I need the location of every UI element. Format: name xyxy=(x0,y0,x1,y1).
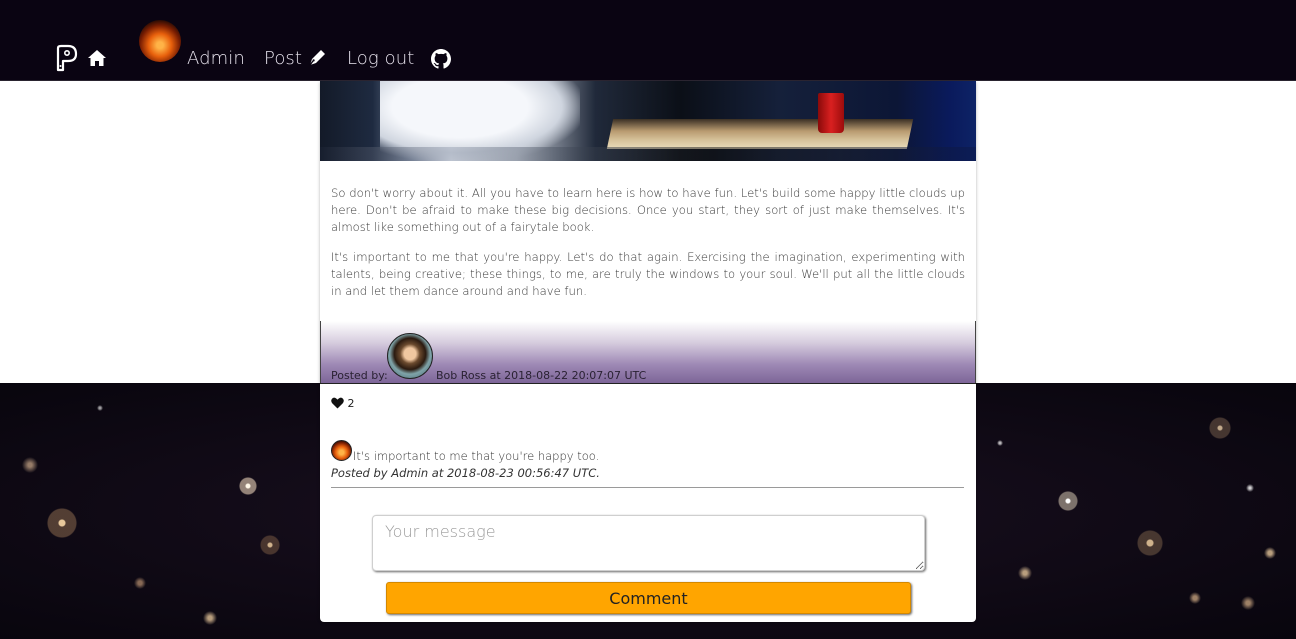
pen-icon xyxy=(308,48,326,69)
navbar: Admin Post Log out xyxy=(0,0,1296,81)
comment-meta: Posted by Admin at 2018-08-23 00:56:47 U… xyxy=(331,466,600,480)
message-input[interactable] xyxy=(372,515,925,571)
post-body: So don't worry about it. All you have to… xyxy=(331,185,965,313)
admin-link[interactable]: Admin xyxy=(187,48,245,70)
p-logo-icon[interactable] xyxy=(54,44,78,72)
post-card: So don't worry about it. All you have to… xyxy=(320,81,976,622)
logout-link[interactable]: Log out xyxy=(347,48,414,70)
comment-text: It's important to me that you're happy t… xyxy=(353,449,600,463)
user-avatar[interactable] xyxy=(139,20,181,62)
post-link[interactable]: Post xyxy=(264,48,326,70)
like-count: 2 xyxy=(347,397,355,410)
home-icon[interactable] xyxy=(87,49,107,67)
comment-author-avatar[interactable] xyxy=(331,440,352,461)
footer-divider xyxy=(320,383,976,384)
post-paragraph: So don't worry about it. All you have to… xyxy=(331,186,965,234)
author-avatar[interactable] xyxy=(387,333,433,379)
github-icon[interactable] xyxy=(431,49,451,69)
comment-separator xyxy=(331,487,964,488)
like-button[interactable]: 2 xyxy=(331,397,355,410)
posted-by-label: Posted by: xyxy=(331,369,388,382)
heart-icon xyxy=(331,397,348,410)
comment-button[interactable]: Comment xyxy=(386,582,911,614)
post-paragraph: It's important to me that you're happy. … xyxy=(331,250,965,298)
post-link-label: Post xyxy=(264,48,303,69)
author-byline: Bob Ross at 2018-08-22 20:07:07 UTC xyxy=(436,369,647,382)
post-hero-image xyxy=(320,81,976,161)
